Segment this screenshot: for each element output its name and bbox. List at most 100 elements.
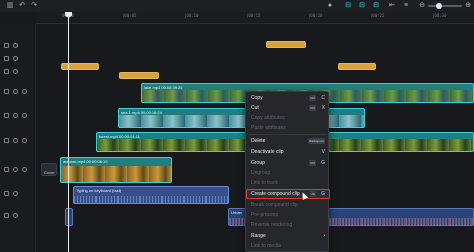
lock-icon[interactable] (4, 43, 9, 48)
clip-label: Typing on keyboard (fast) (76, 188, 122, 193)
menu-item-range[interactable]: Range › (246, 231, 330, 241)
lock-icon[interactable] (4, 138, 9, 143)
menu-item-label: Range (251, 233, 266, 239)
cover-button[interactable]: Cover (41, 163, 57, 176)
clip-thumbnails (61, 166, 171, 182)
zoom-out-icon[interactable]: ⊖ (418, 2, 426, 10)
ruler-label: |00:05 (122, 13, 137, 18)
audio-icon[interactable] (13, 213, 18, 218)
audio-icon[interactable] (22, 167, 27, 172)
shortcut-key: G (321, 160, 325, 166)
lock-icon[interactable] (4, 56, 9, 61)
audio-clip-small[interactable] (65, 208, 73, 226)
lock-icon[interactable] (4, 113, 9, 118)
microphone-icon[interactable]: ● (326, 2, 334, 10)
magnet-icon[interactable]: ≡ (402, 2, 410, 10)
undo-icon[interactable]: ↶ (18, 2, 26, 10)
menu-item-delete[interactable]: Delete Backspace (246, 136, 330, 146)
menu-item-reverse-rendering[interactable]: Reverse rendering (246, 220, 330, 230)
audio-icon[interactable] (22, 138, 27, 143)
audio-icon[interactable] (22, 89, 27, 94)
menu-item-label: Create compound clip (251, 191, 300, 197)
menu-item-label: Copy attributes (251, 115, 285, 121)
track-headers (0, 24, 36, 252)
menu-item-cut[interactable]: Cut Ctrl X (246, 103, 330, 113)
eye-icon[interactable] (13, 113, 18, 118)
redo-icon[interactable]: ↷ (30, 2, 38, 10)
context-menu: Copy Ctrl C Cut Ctrl X Copy attributes P… (245, 91, 330, 252)
menu-item-pre-process[interactable]: Pre-process (246, 210, 330, 220)
menu-item-label: Cut (251, 105, 259, 111)
menu-item-create-compound-clip[interactable]: Create compound clip Alt G (246, 189, 330, 199)
zoom-in-icon[interactable]: ⊕ (464, 2, 472, 10)
clip-label: autumn.mp4 00:00:06:19 (63, 159, 108, 164)
chevron-right-icon: › (323, 233, 325, 239)
menu-item-link-to-media[interactable]: Link to media (246, 241, 330, 251)
shortcut-key: G (321, 191, 325, 197)
menu-item-label: Link to media (251, 243, 281, 249)
align-left-icon[interactable]: ⇤ (388, 2, 396, 10)
shortcut-key: Ctrl (309, 105, 316, 111)
text-clip[interactable] (338, 63, 376, 70)
menu-item-break-compound-clip[interactable]: Break compound clip (246, 200, 330, 210)
menu-separator (249, 134, 327, 135)
text-clip[interactable] (266, 41, 306, 48)
menu-item-label: Link to track (251, 180, 278, 186)
ruler-label: |00:30 (432, 13, 447, 18)
menu-item-paste-attributes[interactable]: Paste attributes (246, 123, 330, 133)
clip-label: forest.mp4 00:00:01:11 (99, 134, 140, 139)
timeline-toolbar: ▥ ↶ ↷ ● ⊟ ⊟ ⊟ ⇤ ≡ ⊖ ⊕ (0, 0, 474, 12)
eye-icon[interactable] (13, 167, 18, 172)
lock-icon[interactable] (4, 167, 9, 172)
ruler-label: |00:25 (370, 13, 385, 18)
menu-item-link-to-track[interactable]: Link to track (246, 178, 330, 188)
shortcut-key: V (321, 149, 325, 155)
ruler-label: |00:10 (184, 13, 199, 18)
eye-icon[interactable] (13, 89, 18, 94)
menu-item-label: Copy (251, 95, 263, 101)
audio-icon[interactable] (22, 113, 27, 118)
shortcut-key: C (321, 95, 325, 101)
eye-icon[interactable] (13, 138, 18, 143)
align-icon[interactable]: ⊟ (372, 2, 380, 10)
shortcut-key: X (321, 105, 325, 111)
split-icon[interactable]: ▥ (6, 2, 14, 10)
lock-icon[interactable] (4, 69, 9, 74)
menu-item-label: Pre-process (251, 212, 278, 218)
lock-icon[interactable] (4, 191, 9, 196)
menu-item-label: Deactivate clip (251, 149, 284, 155)
text-clip[interactable] (61, 63, 99, 70)
menu-item-label: Delete (251, 138, 266, 144)
zoom-slider-knob[interactable] (436, 3, 442, 9)
time-ruler[interactable]: 00:00 |00:05 |00:10 |00:15 |00:20 |00:25… (36, 12, 474, 24)
clip-label: lake.mp4 00:00:39:25 (144, 85, 183, 90)
shortcut-key: Backspace (308, 138, 325, 144)
menu-item-copy-attributes[interactable]: Copy attributes (246, 113, 330, 123)
zoom-slider[interactable] (428, 5, 462, 7)
eye-icon[interactable] (13, 43, 18, 48)
shortcut-key: Alt (310, 191, 316, 197)
audio-clip-typing[interactable]: Typing on keyboard (fast) (73, 186, 229, 204)
playhead[interactable] (68, 12, 69, 252)
menu-item-label: Group (251, 160, 265, 166)
menu-item-label: Reverse rendering (251, 222, 293, 228)
preview-icon[interactable]: ⊟ (358, 2, 366, 10)
menu-item-group[interactable]: Group Ctrl G (246, 158, 330, 168)
menu-item-label: Paste attributes (251, 125, 286, 131)
lock-icon[interactable] (4, 89, 9, 94)
eye-icon[interactable] (13, 69, 18, 74)
clip-label: sea 1.mp4 00:00:16:24 (121, 110, 162, 115)
menu-item-copy[interactable]: Copy Ctrl C (246, 93, 330, 103)
video-clip-autumn[interactable]: autumn.mp4 00:00:06:19 (60, 157, 172, 183)
eye-icon[interactable] (13, 56, 18, 61)
menu-item-ungroup[interactable]: Ungroup (246, 168, 330, 178)
menu-item-label: Ungroup (251, 170, 271, 176)
menu-item-deactivate-clip[interactable]: Deactivate clip V (246, 147, 330, 157)
video-editor-timeline: ▥ ↶ ↷ ● ⊟ ⊟ ⊟ ⇤ ≡ ⊖ ⊕ 00:00 |00:05 |00:1… (0, 0, 474, 252)
cover-label: Cover (44, 170, 55, 175)
audio-waveform (74, 195, 228, 203)
eye-icon[interactable] (13, 191, 18, 196)
text-clip[interactable] (119, 72, 159, 79)
link-icon[interactable]: ⊟ (344, 2, 352, 10)
lock-icon[interactable] (4, 213, 9, 218)
